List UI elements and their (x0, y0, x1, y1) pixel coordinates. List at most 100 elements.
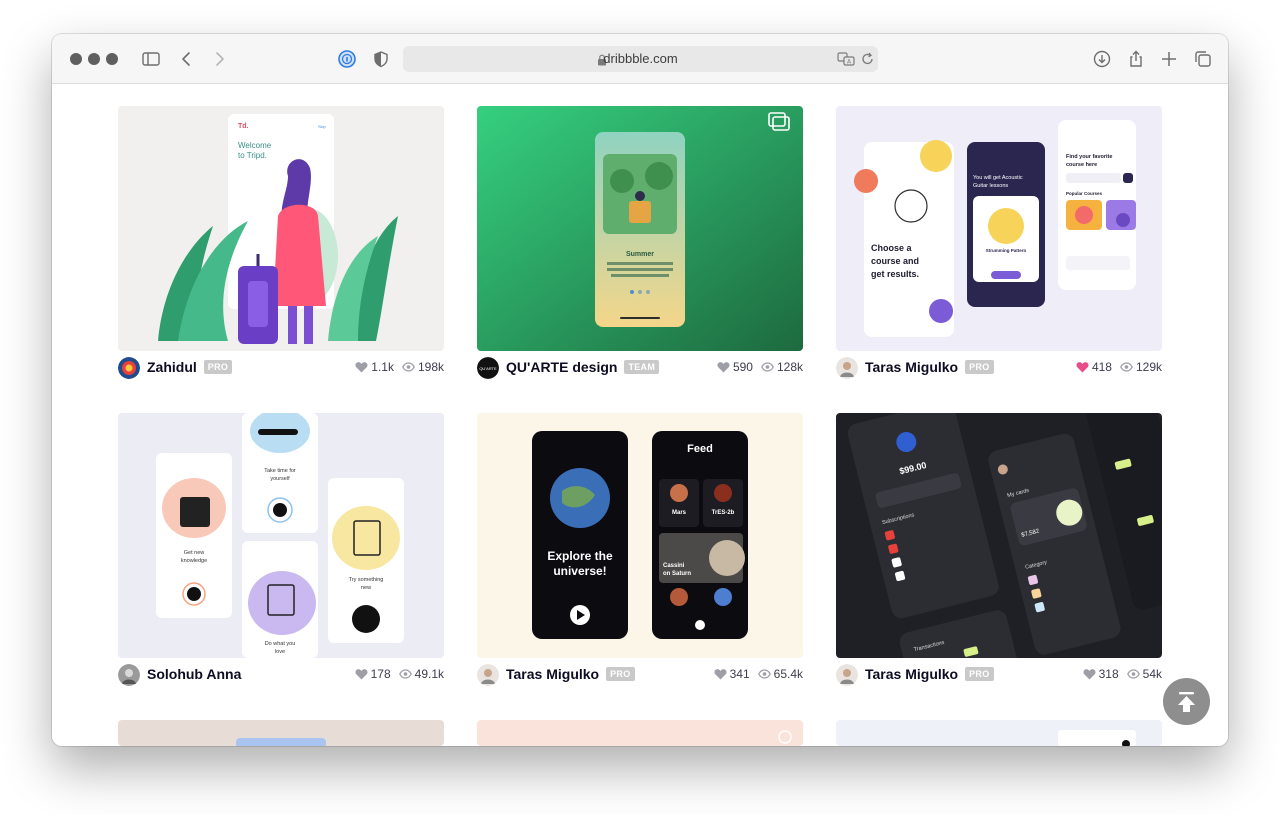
like-count: 178 (370, 667, 391, 681)
shot-stats: 1.1k 198k (355, 360, 444, 376)
address-bar[interactable]: dribbble.com A (403, 46, 878, 72)
heart-icon[interactable] (1083, 668, 1096, 680)
avatar[interactable] (836, 357, 858, 379)
space-mars: Mars (672, 510, 687, 516)
author-name[interactable]: Taras Migulko PRO (506, 666, 635, 682)
heart-icon[interactable] (355, 668, 368, 680)
guitar-choose-1: Choose a (871, 243, 913, 253)
heart-icon[interactable] (717, 361, 730, 373)
shot-meta-6: Taras Migulko PRO 318 54k (836, 663, 1162, 687)
guitar-pattern: Strumming Pattern (986, 248, 1027, 253)
summer-title: Summer (626, 251, 654, 258)
share-icon[interactable] (1125, 48, 1147, 70)
shot-stats: 590 128k (717, 360, 803, 376)
tab-overview-icon[interactable] (1192, 48, 1214, 70)
view-count: 49.1k (414, 667, 444, 681)
author-name[interactable]: Taras Migulko PRO (865, 359, 994, 375)
avatar[interactable] (118, 357, 140, 379)
like-count: 1.1k (371, 360, 394, 374)
reload-icon[interactable] (859, 50, 877, 68)
space-cassini: Cassini (663, 563, 685, 569)
pro-badge: PRO (965, 667, 994, 681)
tripd-brand: Td. (238, 123, 249, 130)
like-count: 318 (1098, 667, 1119, 681)
guitar-popular: Popular Courses (1066, 191, 1103, 196)
avatar[interactable] (118, 664, 140, 686)
guitar-find-2: course here (1066, 162, 1097, 168)
guitar-get: You will get Acoustic (973, 175, 1023, 181)
shot-stats: 318 54k (1083, 667, 1162, 683)
shot-meta-5: Taras Migulko PRO 341 65.4k (477, 663, 803, 687)
like-count: 341 (729, 667, 750, 681)
shot-meta-1: Zahidul PRO 1.1k 198k (118, 356, 444, 380)
heart-icon[interactable] (714, 668, 727, 680)
author-name[interactable]: Solohub Anna (147, 666, 241, 682)
anna-yourself: yourself (270, 476, 290, 482)
view-count: 54k (1142, 667, 1162, 681)
shot-thumbnail-3[interactable]: Choose a course and get results. You wil… (836, 106, 1162, 351)
tripd-welcome-1: Welcome (238, 141, 272, 150)
shot-thumbnail-7[interactable] (118, 720, 444, 746)
space-universe: universe! (553, 564, 606, 578)
tripd-welcome-2: to Tripd. (238, 151, 267, 160)
password-manager-icon[interactable] (336, 48, 358, 70)
anna-do-what: Do what you (265, 641, 296, 647)
view-count: 198k (417, 360, 444, 374)
space-feed: Feed (687, 443, 713, 455)
eye-icon (761, 361, 774, 373)
translate-icon[interactable]: A (837, 50, 855, 68)
guitar-choose-2: course and (871, 256, 919, 266)
like-count: 418 (1091, 360, 1112, 374)
author-name[interactable]: Taras Migulko PRO (865, 666, 994, 682)
space-tres: TrES-2b (712, 510, 735, 516)
shot-thumbnail-8[interactable] (477, 720, 803, 746)
anna-new: new (361, 585, 371, 591)
privacy-shield-icon[interactable] (370, 48, 392, 70)
eye-icon (1120, 361, 1133, 373)
download-icon[interactable] (1091, 48, 1113, 70)
eye-icon (1126, 668, 1140, 680)
shot-thumbnail-6[interactable]: $99.00 Subscriptions Transactions My car… (836, 413, 1162, 658)
guitar-choose-3: get results. (871, 269, 919, 279)
forward-icon[interactable] (208, 48, 230, 70)
tripd-skip: Skip (318, 124, 327, 129)
shot-meta-2: QU'ARTE QU'ARTE design TEAM 590 128k (477, 356, 803, 380)
shot-thumbnail-1[interactable]: Td. Skip Welcome to Tripd. (118, 106, 444, 351)
anna-try: Try something (349, 577, 384, 583)
shot-thumbnail-4[interactable]: Get new knowledge Take time for yourself… (118, 413, 444, 658)
space-saturn: on Saturn (663, 571, 691, 577)
eye-icon (757, 668, 771, 680)
sidebar-icon[interactable] (140, 48, 162, 70)
window-minimize-button[interactable] (88, 53, 100, 65)
svg-text:QU'ARTE: QU'ARTE (479, 366, 497, 371)
window-zoom-button[interactable] (106, 53, 118, 65)
author-name[interactable]: Zahidul PRO (147, 359, 233, 375)
shot-thumbnail-9[interactable] (836, 720, 1162, 746)
eye-icon (398, 668, 412, 680)
view-count: 129k (1135, 360, 1162, 374)
heart-icon[interactable] (355, 361, 368, 373)
avatar[interactable]: QU'ARTE (477, 357, 499, 379)
shot-meta-4: Solohub Anna 178 49.1k (118, 663, 444, 687)
author-name[interactable]: QU'ARTE design TEAM (506, 359, 660, 375)
window-close-button[interactable] (70, 53, 82, 65)
shot-stats: 418 129k (1076, 360, 1162, 376)
new-tab-icon[interactable] (1158, 48, 1180, 70)
guitar-lessons: Guitar lessons (973, 183, 1008, 189)
scroll-to-top-button[interactable] (1163, 678, 1210, 725)
browser-toolbar: dribbble.com A (52, 34, 1228, 84)
back-icon[interactable] (176, 48, 198, 70)
avatar[interactable] (477, 664, 499, 686)
anna-knowledge: knowledge (181, 558, 207, 564)
shot-stats: 178 49.1k (355, 667, 444, 683)
browser-window: dribbble.com A Td. Skip Welcome to Tripd… (52, 34, 1228, 746)
shot-stats: 341 65.4k (714, 667, 803, 683)
heart-icon-liked[interactable] (1076, 361, 1089, 373)
pro-badge: PRO (606, 667, 635, 681)
shot-thumbnail-2[interactable]: Summer (477, 106, 803, 351)
view-count: 65.4k (773, 667, 803, 681)
url-text: dribbble.com (603, 51, 678, 66)
shot-thumbnail-5[interactable]: Explore the universe! Feed Mars TrES-2b … (477, 413, 803, 658)
avatar[interactable] (836, 664, 858, 686)
eye-icon (402, 361, 415, 373)
